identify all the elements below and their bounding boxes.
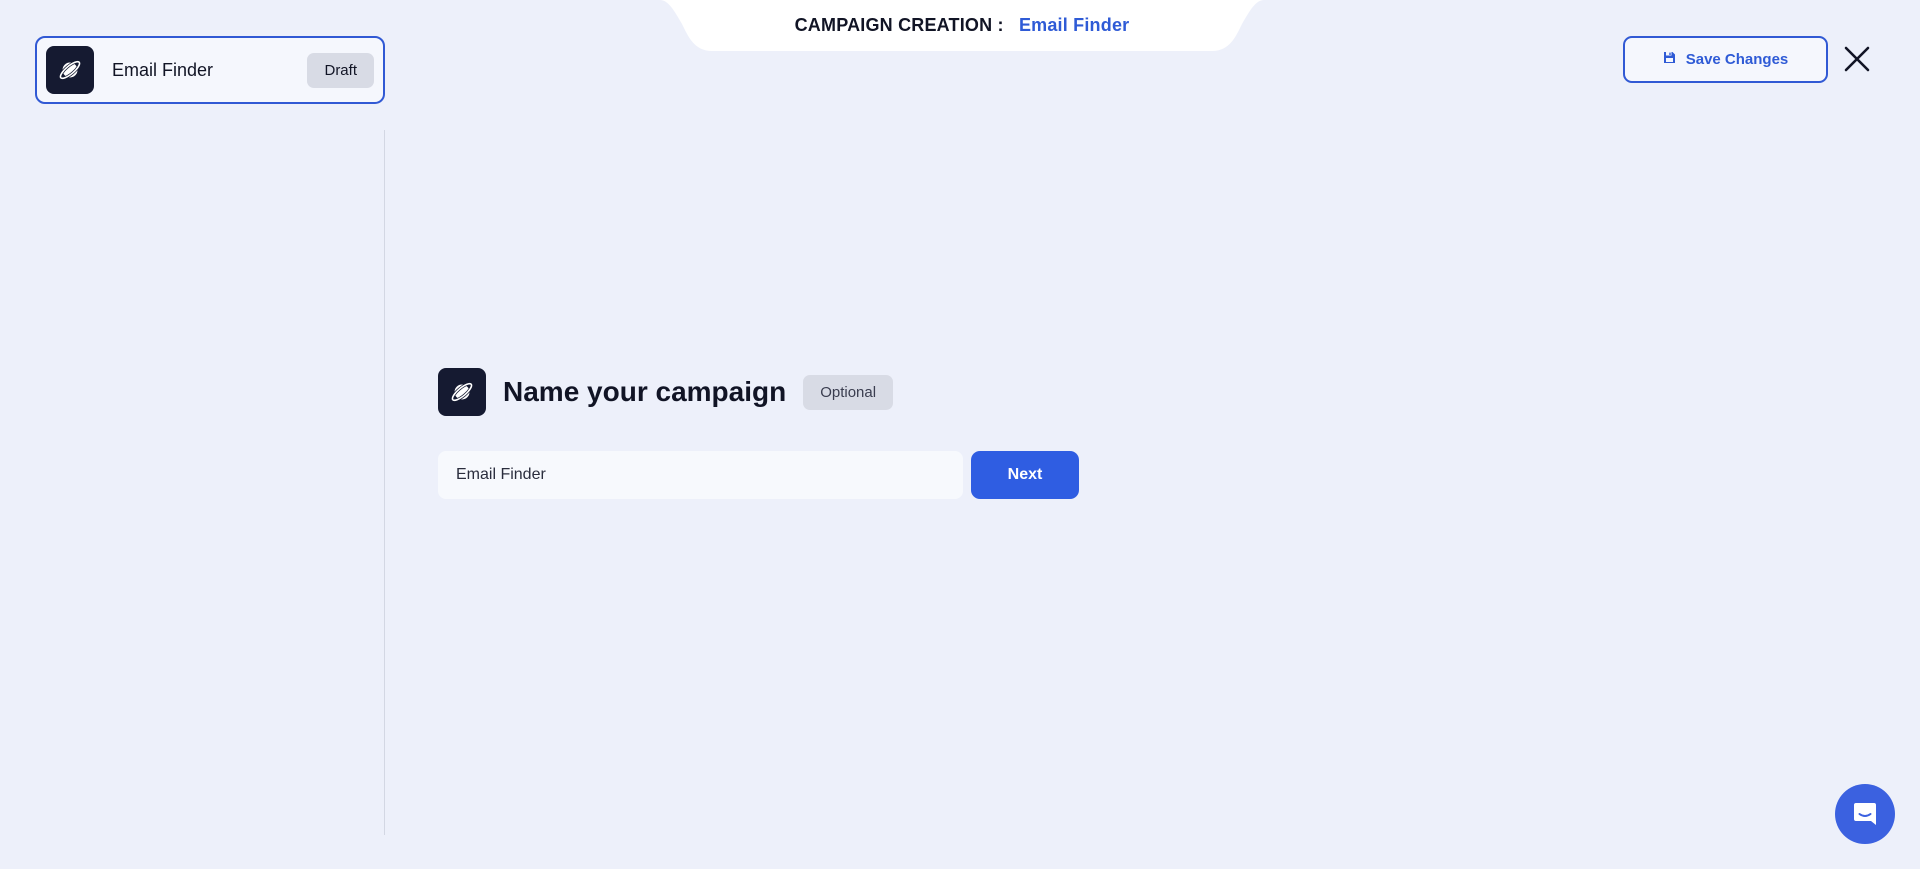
- save-changes-label: Save Changes: [1685, 51, 1789, 68]
- name-campaign-section: Name your campaign Optional Next: [438, 368, 1079, 499]
- close-icon: [1844, 46, 1870, 72]
- page-title: Name your campaign: [503, 376, 787, 407]
- planet-icon: [438, 368, 486, 416]
- campaign-creation-header: CAMPAIGN CREATION : Email Finder: [660, 0, 1264, 51]
- chat-icon: [1854, 803, 1876, 825]
- header-label: CAMPAIGN CREATION :: [794, 15, 1004, 35]
- campaign-name-input[interactable]: [438, 451, 963, 499]
- status-badge: Draft: [307, 52, 374, 88]
- next-button[interactable]: Next: [971, 451, 1079, 499]
- save-changes-button[interactable]: Save Changes: [1623, 36, 1828, 83]
- sidebar-divider: [384, 130, 385, 835]
- floppy-disk-icon: [1663, 51, 1676, 68]
- campaign-creation-page: CAMPAIGN CREATION : Email Finder Email F…: [0, 0, 1920, 869]
- optional-badge: Optional: [803, 374, 894, 410]
- close-button[interactable]: [1842, 44, 1872, 74]
- chat-button[interactable]: [1835, 784, 1895, 844]
- planet-icon: [46, 46, 94, 94]
- header-campaign-name: Email Finder: [1018, 15, 1130, 35]
- name-campaign-header: Name your campaign Optional: [438, 368, 1079, 416]
- header-text: CAMPAIGN CREATION : Email Finder: [660, 15, 1264, 36]
- campaign-name-row: Next: [438, 451, 1079, 499]
- campaign-card-name: Email Finder: [112, 59, 214, 80]
- campaign-card[interactable]: Email Finder Draft: [35, 36, 385, 104]
